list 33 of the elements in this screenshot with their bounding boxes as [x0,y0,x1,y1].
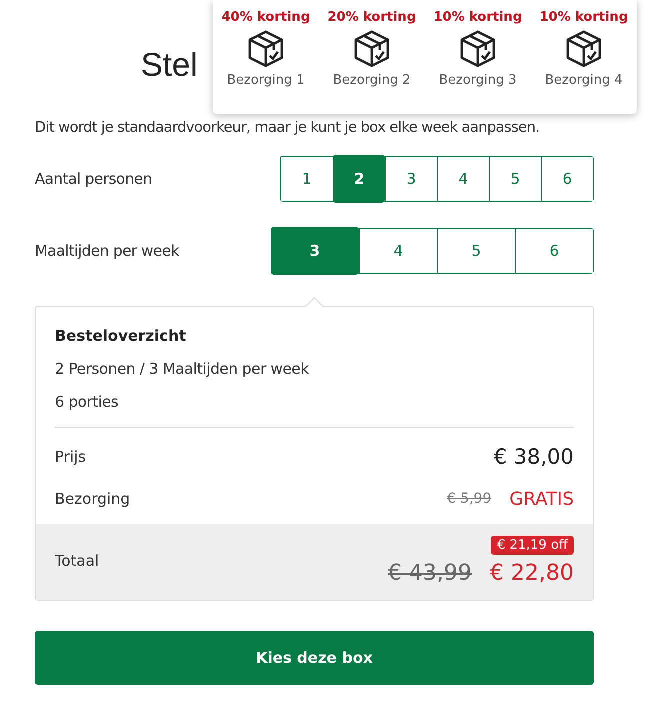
old-delivery-price: € 5,99 [447,491,492,507]
option-button[interactable]: 6 [515,229,593,273]
summary-line: 2 Personen / 3 Maaltijden per week [55,360,310,378]
selector-label: Maaltijden per week [35,242,180,260]
delivery-label: Bezorging [55,490,130,508]
option-button[interactable]: 3 [271,227,359,275]
discount-label: 20% korting [328,10,416,25]
discount-label: 10% korting [540,10,628,25]
discount-label: 10% korting [434,10,522,25]
delivery-label: Bezorging 1 [227,73,305,88]
subtitle: Dit wordt je standaardvoorkeur, maar je kunt je box elke week aanpassen. [35,120,541,136]
page-title: Stel [141,46,198,84]
summary-line: 6 porties [55,393,120,411]
delivery-label: Bezorging 2 [333,73,411,88]
summary-title: Besteloverzicht [55,327,188,345]
total-label: Totaal [55,552,100,570]
choose-box-button[interactable]: Kies deze box [35,631,594,685]
box-check-icon [248,30,284,68]
delivery-label: Bezorging 4 [545,73,623,88]
box-check-icon [460,30,496,68]
old-total-price: € 43,99 [388,561,472,586]
option-button[interactable]: 6 [541,157,593,201]
delivery-label: Bezorging 3 [439,73,517,88]
discount-badge: € 21,19 off [491,536,574,555]
discount-label: 40% korting [222,10,310,25]
delivery-value: GRATIS [510,488,574,510]
price-value: € 38,00 [494,445,574,469]
box-check-icon [566,30,602,68]
selector-label: Aantal personen [35,170,152,188]
box-check-icon [354,30,390,68]
option-button[interactable]: 2 [333,155,385,203]
price-label: Prijs [55,448,86,466]
total-price: € 22,80 [490,561,574,586]
